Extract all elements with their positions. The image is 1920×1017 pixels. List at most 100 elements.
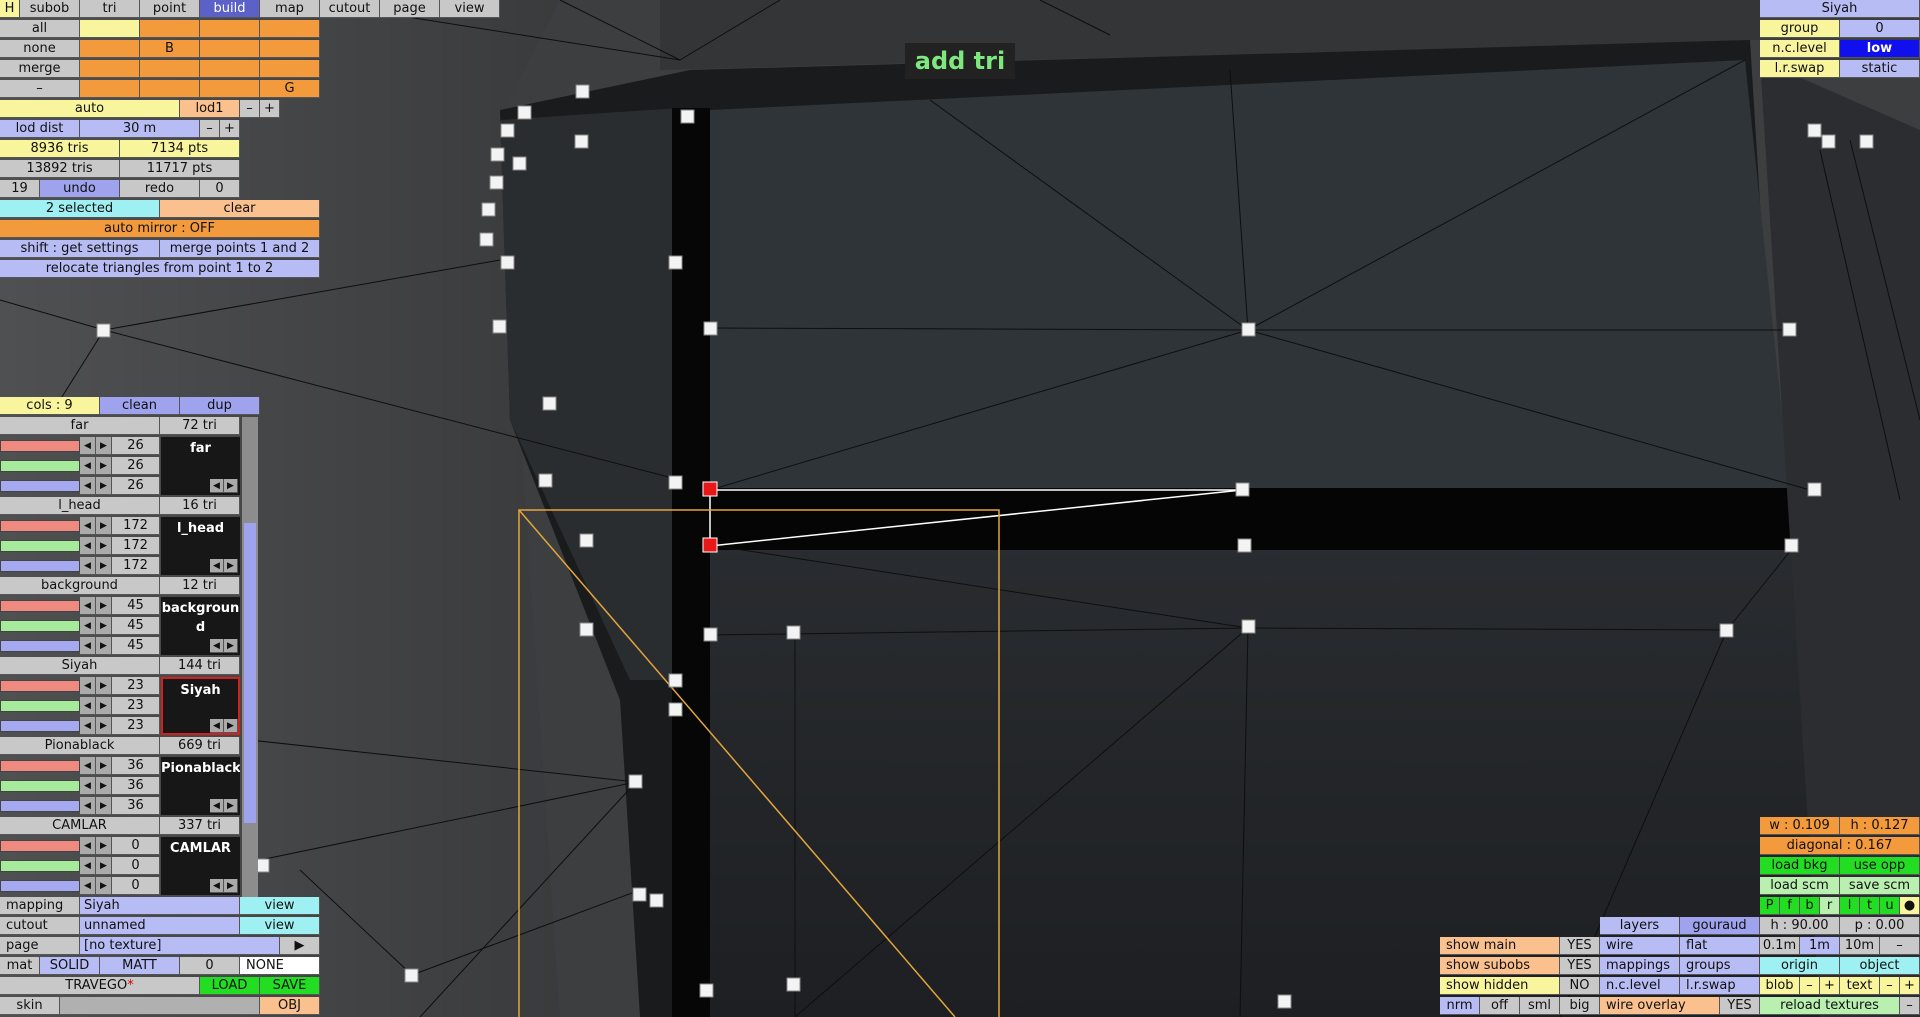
select-slot-g[interactable]: G — [260, 80, 320, 98]
increment-arrow-icon[interactable]: ▶ — [96, 677, 112, 695]
select-slot-b[interactable]: B — [140, 40, 200, 58]
material-channel-value[interactable]: 0 — [112, 877, 160, 895]
tab-h[interactable]: H — [0, 0, 20, 18]
view-f[interactable]: f — [1780, 897, 1800, 915]
reload-minus[interactable]: – — [1900, 997, 1920, 1015]
select-slot[interactable] — [260, 40, 320, 58]
load-bkg-button[interactable]: load bkg — [1760, 857, 1840, 875]
mat-number[interactable]: 0 — [180, 957, 240, 975]
material-scrollbar[interactable] — [242, 417, 258, 897]
material-channel-value[interactable]: 23 — [112, 717, 160, 735]
increment-arrow-icon[interactable]: ▶ — [96, 537, 112, 555]
view-t[interactable]: t — [1860, 897, 1880, 915]
scale-10m[interactable]: 10m — [1840, 937, 1880, 955]
preview-next-arrow-icon[interactable]: ▶ — [224, 799, 238, 813]
material-channel-value[interactable]: 36 — [112, 797, 160, 815]
cutout-view-button[interactable]: view — [240, 917, 320, 935]
view-l[interactable]: l — [1840, 897, 1860, 915]
tab-subob[interactable]: subob — [20, 0, 80, 18]
view-r[interactable]: r — [1820, 897, 1840, 915]
tab-page[interactable]: page — [380, 0, 440, 18]
show-hidden-label[interactable]: show hidden — [1440, 977, 1560, 995]
select-slot[interactable] — [80, 40, 140, 58]
select-slot[interactable] — [80, 60, 140, 78]
shift-get-settings[interactable]: shift : get settings — [0, 240, 160, 258]
blob-plus[interactable]: + — [1820, 977, 1840, 995]
decrement-arrow-icon[interactable]: ◀ — [80, 637, 96, 655]
preview-prev-arrow-icon[interactable]: ◀ — [210, 719, 224, 733]
view-u[interactable]: u — [1880, 897, 1900, 915]
material-dup-button[interactable]: dup — [180, 397, 260, 415]
select-slot[interactable] — [200, 20, 260, 38]
material-name[interactable]: Pionablack — [0, 737, 160, 755]
material-channel-slider[interactable] — [0, 560, 80, 572]
mat-solid-button[interactable]: SOLID — [40, 957, 100, 975]
ncl-button[interactable]: n.c.level — [1600, 977, 1680, 995]
group-value[interactable]: 0 — [1840, 20, 1920, 38]
material-channel-slider[interactable] — [0, 520, 80, 532]
material-name[interactable]: l_head — [0, 497, 160, 515]
decrement-arrow-icon[interactable]: ◀ — [80, 837, 96, 855]
material-channel-value[interactable]: 26 — [112, 477, 160, 495]
select-slot[interactable] — [140, 20, 200, 38]
lod-plus-button[interactable]: + — [260, 100, 280, 118]
material-channel-slider[interactable] — [0, 600, 80, 612]
select-slot[interactable] — [200, 40, 260, 58]
normals-nrm[interactable]: nrm — [1440, 997, 1480, 1015]
material-channel-slider[interactable] — [0, 460, 80, 472]
blob-button[interactable]: blob — [1760, 977, 1800, 995]
decrement-arrow-icon[interactable]: ◀ — [80, 717, 96, 735]
material-channel-value[interactable]: 45 — [112, 597, 160, 615]
decrement-arrow-icon[interactable]: ◀ — [80, 877, 96, 895]
increment-arrow-icon[interactable]: ▶ — [96, 477, 112, 495]
tab-point[interactable]: point — [140, 0, 200, 18]
decrement-arrow-icon[interactable]: ◀ — [80, 757, 96, 775]
decrement-arrow-icon[interactable]: ◀ — [80, 797, 96, 815]
select-slot[interactable] — [260, 60, 320, 78]
decrement-arrow-icon[interactable]: ◀ — [80, 857, 96, 875]
material-channel-value[interactable]: 172 — [112, 557, 160, 575]
tab-build[interactable]: build — [200, 0, 260, 18]
material-channel-slider[interactable] — [0, 680, 80, 692]
material-channel-value[interactable]: 23 — [112, 677, 160, 695]
material-channel-slider[interactable] — [0, 760, 80, 772]
scale-01m[interactable]: 0.1m — [1760, 937, 1800, 955]
mappings-button[interactable]: mappings — [1600, 957, 1680, 975]
scale-1m[interactable]: 1m — [1800, 937, 1840, 955]
redo-button[interactable]: redo — [120, 180, 200, 198]
tab-cutout[interactable]: cutout — [320, 0, 380, 18]
lrswap-button[interactable]: l.r.swap — [1680, 977, 1760, 995]
material-channel-value[interactable]: 0 — [112, 837, 160, 855]
decrement-arrow-icon[interactable]: ◀ — [80, 697, 96, 715]
lod-dist-minus[interactable]: – — [200, 120, 220, 138]
save-button[interactable]: SAVE — [260, 977, 320, 995]
preview-prev-arrow-icon[interactable]: ◀ — [210, 559, 224, 573]
decrement-arrow-icon[interactable]: ◀ — [80, 457, 96, 475]
increment-arrow-icon[interactable]: ▶ — [96, 437, 112, 455]
save-scm-button[interactable]: save scm — [1840, 877, 1920, 895]
show-hidden-value[interactable]: NO — [1560, 977, 1600, 995]
use-opp-button[interactable]: use opp — [1840, 857, 1920, 875]
object-button[interactable]: object — [1840, 957, 1920, 975]
material-channel-value[interactable]: 0 — [112, 857, 160, 875]
normals-big[interactable]: big — [1560, 997, 1600, 1015]
material-channel-slider[interactable] — [0, 540, 80, 552]
wire-overlay-value[interactable]: YES — [1720, 997, 1760, 1015]
blob-minus[interactable]: – — [1800, 977, 1820, 995]
material-scroll-thumb[interactable] — [244, 523, 256, 823]
mat-none[interactable]: NONE — [240, 957, 320, 975]
mat-matt-button[interactable]: MATT — [100, 957, 180, 975]
decrement-arrow-icon[interactable]: ◀ — [80, 617, 96, 635]
origin-button[interactable]: origin — [1760, 957, 1840, 975]
select-minus-button[interactable]: – — [0, 80, 80, 98]
show-main-value[interactable]: YES — [1560, 937, 1600, 955]
load-scm-button[interactable]: load scm — [1760, 877, 1840, 895]
clear-selection-button[interactable]: clear — [160, 200, 320, 218]
skin-value[interactable] — [60, 997, 260, 1015]
scale-minus[interactable]: – — [1880, 937, 1920, 955]
lrswap-value[interactable]: static — [1840, 60, 1920, 78]
lod-dist-value[interactable]: 30 m — [80, 120, 200, 138]
material-channel-value[interactable]: 172 — [112, 537, 160, 555]
decrement-arrow-icon[interactable]: ◀ — [80, 517, 96, 535]
lod-dist-plus[interactable]: + — [220, 120, 240, 138]
